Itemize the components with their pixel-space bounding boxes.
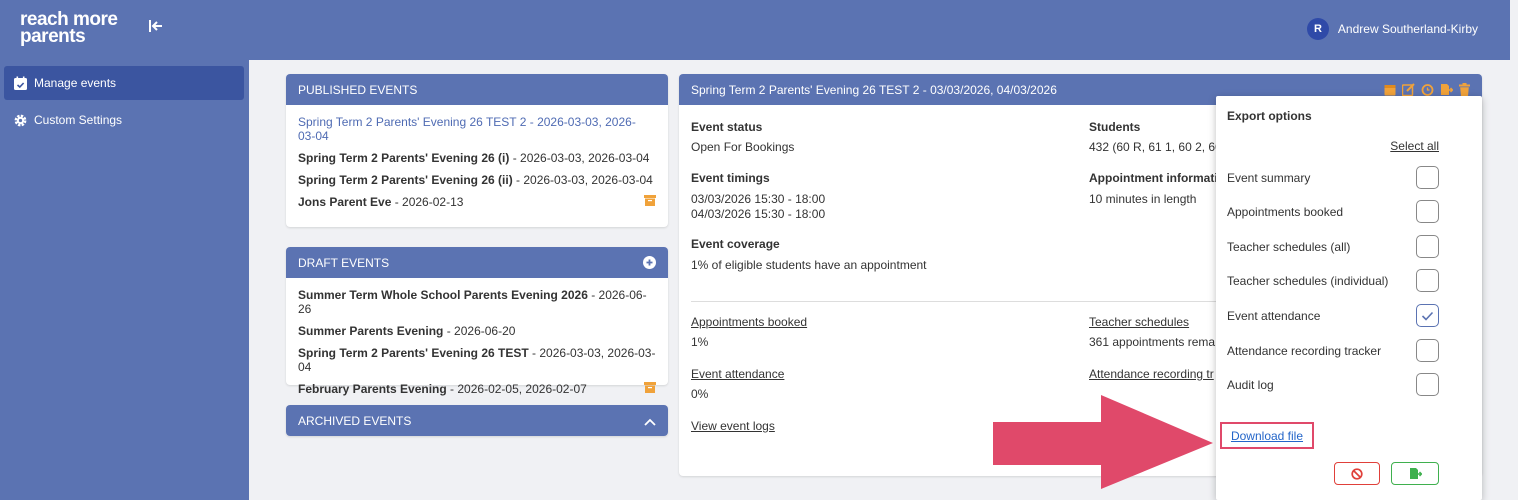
sidebar-item-manage-events[interactable]: Manage events xyxy=(4,66,244,100)
teacher-schedules-link[interactable]: Teacher schedules xyxy=(1089,315,1189,329)
appointment-info-value: 10 minutes in length xyxy=(1089,192,1197,206)
cancel-button[interactable] xyxy=(1334,462,1380,485)
checkmark-icon xyxy=(1421,311,1434,321)
panel-title: ARCHIVED EVENTS xyxy=(298,413,412,428)
download-file-highlight: Download file xyxy=(1220,422,1314,449)
ban-icon xyxy=(1351,467,1363,480)
export-option-teacher-schedules-all[interactable]: Teacher schedules (all) xyxy=(1227,240,1439,254)
export-options-popup: Export options Select all Event summary … xyxy=(1216,96,1482,500)
draft-event-item[interactable]: February Parents Evening - 2026-02-05, 2… xyxy=(298,382,656,396)
export-option-event-attendance[interactable]: Event attendance xyxy=(1227,309,1439,323)
event-summary-checkbox[interactable] xyxy=(1416,166,1439,189)
archive-icon[interactable] xyxy=(644,382,656,393)
select-all-link[interactable]: Select all xyxy=(1390,139,1439,153)
export-option-event-summary[interactable]: Event summary xyxy=(1227,171,1439,185)
export-option-attendance-recording-tracker[interactable]: Attendance recording tracker xyxy=(1227,344,1439,358)
avatar: R xyxy=(1306,18,1329,40)
calendar-icon[interactable] xyxy=(1384,83,1396,96)
archived-events-header[interactable]: ARCHIVED EVENTS xyxy=(286,405,668,436)
event-attendance-link[interactable]: Event attendance xyxy=(691,367,784,381)
appointments-booked-checkbox[interactable] xyxy=(1416,200,1439,223)
archive-icon[interactable] xyxy=(644,195,656,206)
event-timings-value-1: 03/03/2026 15:30 - 18:00 xyxy=(691,192,826,206)
user-name: Andrew Southerland-Kirby xyxy=(1337,22,1478,36)
collapse-sidebar-icon[interactable] xyxy=(148,18,164,38)
draft-events-header: DRAFT EVENTS xyxy=(286,247,668,278)
published-events-header: PUBLISHED EVENTS xyxy=(286,74,668,105)
sidebar-item-custom-settings[interactable]: Custom Settings xyxy=(4,103,244,137)
event-status-value: Open For Bookings xyxy=(691,140,795,154)
annotation-arrow-icon xyxy=(993,395,1213,489)
teacher-schedules-all-checkbox[interactable] xyxy=(1416,235,1439,258)
panel-title: DRAFT EVENTS xyxy=(298,255,390,270)
top-bar: reach more parents R Andrew Southerland-… xyxy=(0,0,1510,60)
event-status-label: Event status xyxy=(691,120,763,134)
download-file-link[interactable]: Download file xyxy=(1231,429,1303,443)
export-option-appointments-booked[interactable]: Appointments booked xyxy=(1227,205,1439,219)
teacher-schedules-value: 361 appointments rema xyxy=(1089,335,1216,349)
teacher-schedules-individual-checkbox[interactable] xyxy=(1416,269,1439,292)
students-label: Students xyxy=(1089,120,1141,134)
export-option-teacher-schedules-individual[interactable]: Teacher schedules (individual) xyxy=(1227,274,1439,288)
published-event-item[interactable]: Jons Parent Eve - 2026-02-13 xyxy=(298,195,656,209)
published-event-item[interactable]: Spring Term 2 Parents' Evening 26 (i) - … xyxy=(298,151,656,165)
file-export-icon xyxy=(1409,468,1422,479)
event-attendance-checkbox[interactable] xyxy=(1416,304,1439,327)
user-menu[interactable]: R Andrew Southerland-Kirby xyxy=(1306,18,1478,40)
draft-events-panel: DRAFT EVENTS Summer Term Whole School Pa… xyxy=(286,247,668,396)
published-event-item[interactable]: Spring Term 2 Parents' Evening 26 TEST 2… xyxy=(298,115,648,143)
logo-line-2: parents xyxy=(20,26,86,47)
logo[interactable]: reach more parents xyxy=(20,10,118,47)
add-event-icon[interactable] xyxy=(643,256,656,272)
appointment-info-label: Appointment informati xyxy=(1089,171,1218,185)
appointments-booked-link[interactable]: Appointments booked xyxy=(691,315,807,329)
sidebar-item-label: Custom Settings xyxy=(34,113,123,127)
event-detail-title: Spring Term 2 Parents' Evening 26 TEST 2… xyxy=(691,82,1057,97)
view-event-logs-link[interactable]: View event logs xyxy=(691,419,775,433)
attendance-recording-tracker-checkbox[interactable] xyxy=(1416,339,1439,362)
draft-event-item[interactable]: Summer Term Whole School Parents Evening… xyxy=(298,288,656,316)
export-option-audit-log[interactable]: Audit log xyxy=(1227,378,1439,392)
event-coverage-value: 1% of eligible students have an appointm… xyxy=(691,258,927,272)
export-confirm-button[interactable] xyxy=(1391,462,1439,485)
calendar-check-icon xyxy=(12,75,28,91)
event-attendance-value: 0% xyxy=(691,387,709,401)
students-value: 432 (60 R, 61 1, 60 2, 60 xyxy=(1089,140,1222,154)
published-events-panel: PUBLISHED EVENTS Spring Term 2 Parents' … xyxy=(286,74,668,227)
event-coverage-label: Event coverage xyxy=(691,237,780,251)
panel-title: PUBLISHED EVENTS xyxy=(298,82,418,97)
sidebar: Manage events Custom Settings xyxy=(0,60,249,500)
edit-icon[interactable] xyxy=(1402,83,1415,96)
gear-icon xyxy=(12,112,28,128)
chevron-up-icon[interactable] xyxy=(644,415,656,429)
trash-icon[interactable] xyxy=(1459,83,1470,96)
audit-log-checkbox[interactable] xyxy=(1416,373,1439,396)
sidebar-item-label: Manage events xyxy=(34,76,117,90)
published-event-item[interactable]: Spring Term 2 Parents' Evening 26 (ii) -… xyxy=(298,173,656,187)
event-timings-value-2: 04/03/2026 15:30 - 18:00 xyxy=(691,207,826,221)
event-actions xyxy=(1384,83,1470,96)
event-timings-label: Event timings xyxy=(691,171,770,185)
appointments-booked-value: 1% xyxy=(691,335,709,349)
archived-events-panel[interactable]: ARCHIVED EVENTS xyxy=(286,405,668,436)
export-options-title: Export options xyxy=(1227,109,1312,123)
alarm-icon[interactable] xyxy=(1421,83,1434,96)
draft-event-item[interactable]: Spring Term 2 Parents' Evening 26 TEST -… xyxy=(298,346,656,374)
attendance-tracker-link[interactable]: Attendance recording tr xyxy=(1089,367,1214,381)
draft-event-item[interactable]: Summer Parents Evening - 2026-06-20 xyxy=(298,324,656,338)
export-icon[interactable] xyxy=(1440,83,1453,96)
